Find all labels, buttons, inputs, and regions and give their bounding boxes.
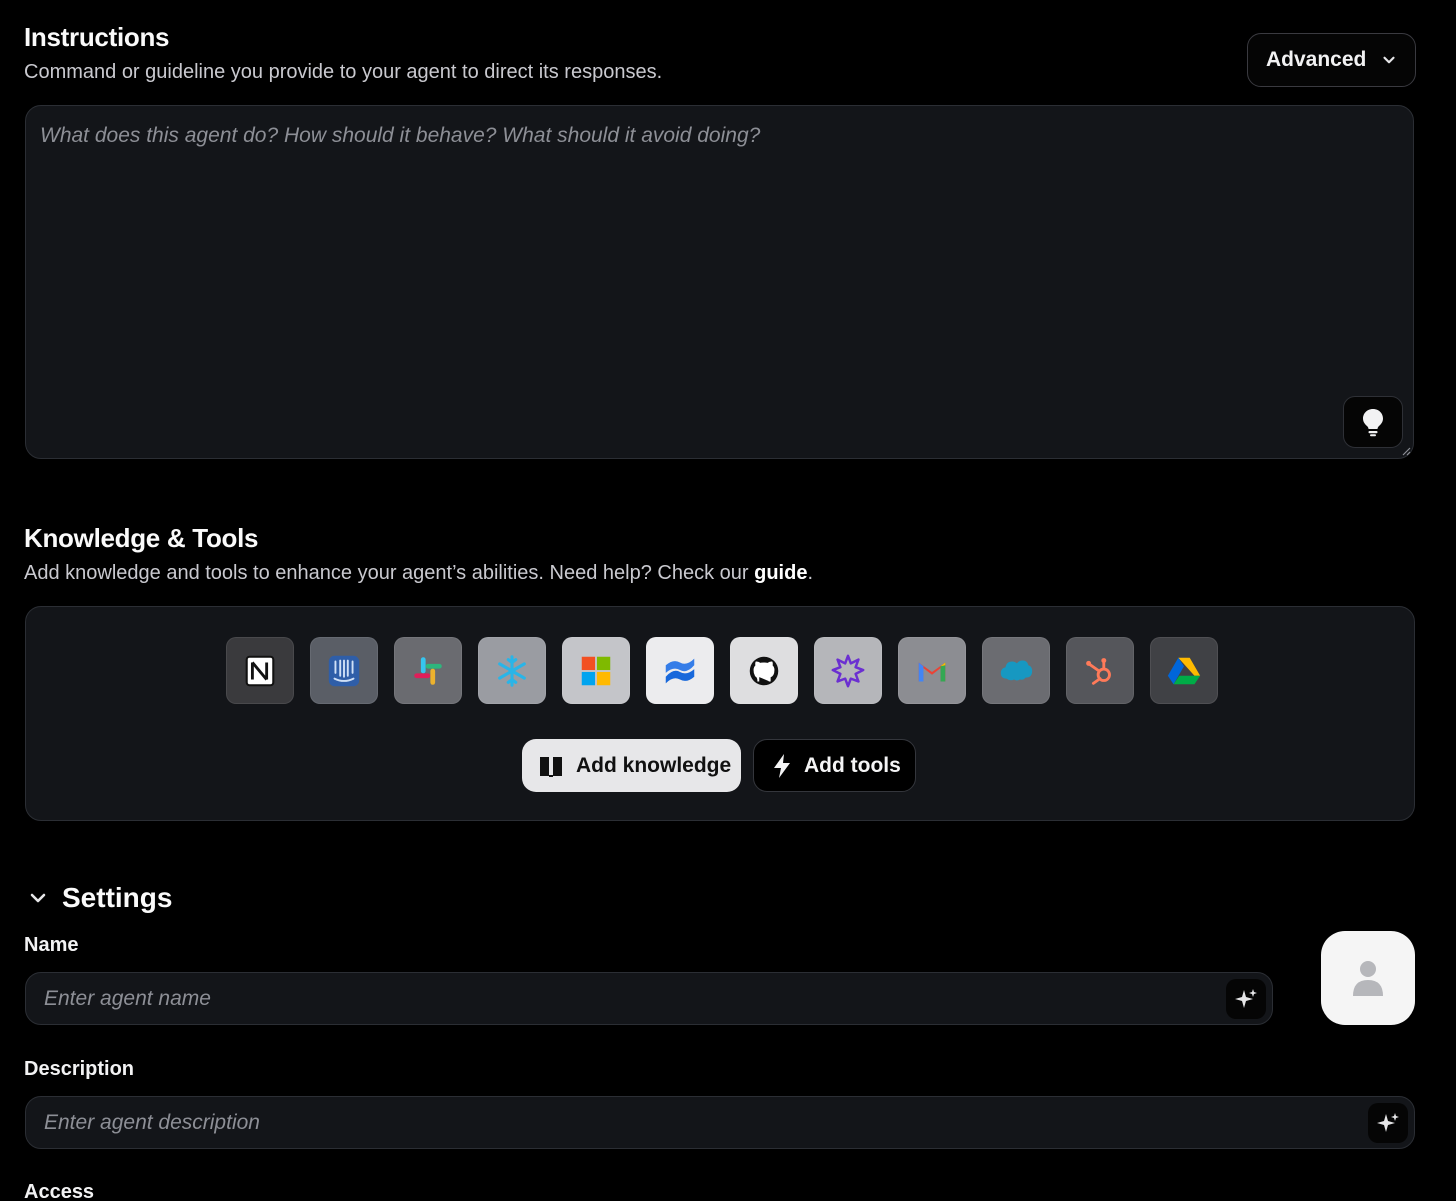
chevron-down-icon	[30, 893, 46, 903]
suggestions-button[interactable]	[1343, 396, 1403, 448]
settings-toggle[interactable]: Settings	[28, 882, 172, 914]
instructions-placeholder: What does this agent do? How should it b…	[40, 124, 761, 147]
generate-description-button[interactable]	[1368, 1103, 1408, 1143]
sparkle-icon	[1377, 1113, 1399, 1132]
add-tools-button[interactable]: Add tools	[753, 739, 916, 792]
add-knowledge-button[interactable]: Add knowledge	[522, 739, 741, 792]
salesforce-icon[interactable]	[982, 637, 1050, 704]
github-icon[interactable]	[730, 637, 798, 704]
advanced-dropdown[interactable]: Advanced	[1247, 33, 1416, 87]
name-label: Name	[24, 934, 79, 956]
notion-icon[interactable]	[226, 637, 294, 704]
lightning-icon	[774, 753, 790, 778]
name-placeholder: Enter agent name	[44, 986, 211, 1010]
zendesk-icon[interactable]	[814, 637, 882, 704]
lightbulb-icon	[1363, 409, 1383, 437]
chevron-down-icon	[1383, 56, 1395, 64]
google-drive-icon[interactable]	[1150, 637, 1218, 704]
generate-name-button[interactable]	[1226, 979, 1266, 1019]
person-icon	[1353, 961, 1383, 996]
hubspot-icon[interactable]	[1066, 637, 1134, 704]
description-input[interactable]: Enter agent description	[25, 1096, 1415, 1149]
description-label: Description	[24, 1058, 135, 1080]
add-tools-label: Add tools	[804, 753, 901, 777]
intercom-icon[interactable]	[310, 637, 378, 704]
settings-title: Settings	[62, 882, 173, 913]
book-icon	[540, 756, 562, 777]
name-input[interactable]: Enter agent name	[25, 972, 1273, 1025]
gmail-icon[interactable]	[898, 637, 966, 704]
instructions-title: Instructions	[24, 22, 170, 52]
description-placeholder: Enter agent description	[44, 1110, 260, 1134]
advanced-label: Advanced	[1266, 48, 1367, 71]
confluence-icon[interactable]	[646, 637, 714, 704]
microsoft-icon[interactable]	[562, 637, 630, 704]
slack-icon[interactable]	[394, 637, 462, 704]
sparkle-icon	[1235, 989, 1257, 1008]
integration-icons	[226, 637, 1218, 704]
knowledge-tools-title: Knowledge & Tools	[24, 523, 259, 553]
add-knowledge-label: Add knowledge	[576, 753, 732, 777]
knowledge-tools-subtitle: Add knowledge and tools to enhance your …	[24, 562, 814, 584]
snowflake-icon[interactable]	[478, 637, 546, 704]
resize-handle[interactable]	[1401, 446, 1411, 456]
guide-link[interactable]: guide	[754, 562, 807, 584]
agent-avatar[interactable]	[1321, 931, 1415, 1025]
instructions-textarea[interactable]: What does this agent do? How should it b…	[25, 105, 1414, 459]
access-label: Access	[24, 1181, 95, 1201]
instructions-subtitle: Command or guideline you provide to your…	[24, 61, 663, 83]
